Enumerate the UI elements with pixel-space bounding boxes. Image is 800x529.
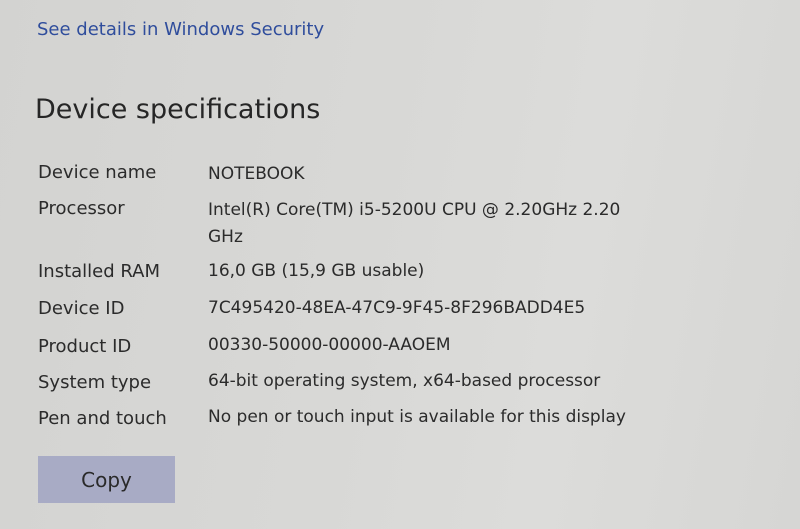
spec-value: 00330-50000-00000-AAOEM — [208, 335, 451, 355]
spec-label: Processor — [38, 198, 125, 219]
spec-label: Device name — [38, 162, 157, 183]
spec-label: System type — [38, 372, 152, 393]
spec-value: 7C495420-48EA-47C9-9F45-8F296BADD4E5 — [208, 298, 586, 318]
spec-label: Product ID — [38, 336, 132, 357]
spec-label: Pen and touch — [38, 408, 167, 429]
spec-label: Device ID — [38, 298, 125, 319]
device-specifications-heading: Device specifications — [35, 94, 321, 125]
spec-label: Installed RAM — [38, 261, 161, 282]
spec-value: NOTEBOOK — [208, 164, 305, 184]
spec-value: 16,0 GB (15,9 GB usable) — [208, 261, 425, 281]
spec-value: No pen or touch input is available for t… — [208, 407, 626, 427]
spec-value: 64-bit operating system, x64-based proce… — [208, 371, 601, 391]
windows-security-link[interactable]: See details in Windows Security — [37, 19, 324, 40]
spec-value: Intel(R) Core(TM) i5-5200U CPU @ 2.20GHz… — [208, 200, 621, 247]
copy-button[interactable]: Copy — [38, 456, 175, 503]
